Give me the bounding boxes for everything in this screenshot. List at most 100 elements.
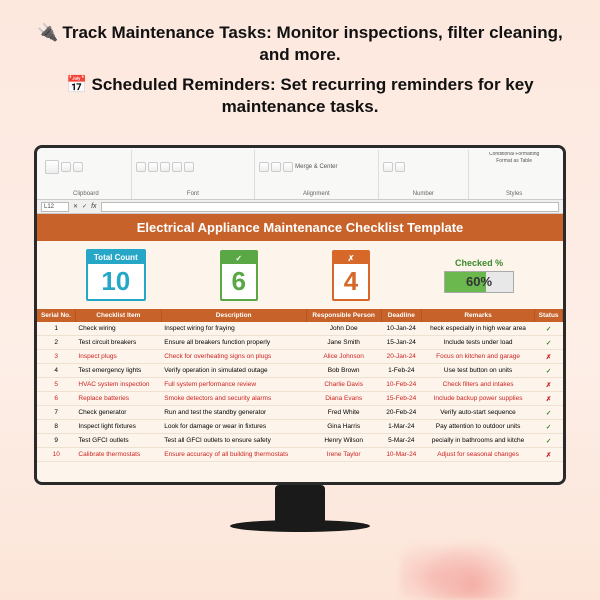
cell-due[interactable]: 5-Mar-24 bbox=[381, 434, 421, 448]
align-center-icon[interactable] bbox=[271, 162, 281, 172]
name-box[interactable]: L12 bbox=[41, 202, 69, 212]
cell-n[interactable]: 6 bbox=[37, 392, 75, 406]
format-table-button[interactable]: Format as Table bbox=[496, 159, 532, 164]
cell-desc[interactable]: Ensure accuracy of all building thermost… bbox=[161, 448, 306, 462]
cell-status[interactable]: ✓ bbox=[535, 336, 563, 350]
conditional-formatting-button[interactable]: Conditional Formatting bbox=[489, 152, 539, 157]
cell-rem[interactable]: Focus on kitchen and garage bbox=[421, 350, 534, 364]
table-row[interactable]: 3Inspect plugsCheck for overheating sign… bbox=[37, 350, 563, 364]
cell-who[interactable]: Fred White bbox=[306, 406, 381, 420]
paste-icon[interactable] bbox=[45, 160, 59, 174]
table-row[interactable]: 10Calibrate thermostatsEnsure accuracy o… bbox=[37, 448, 563, 462]
fill-icon[interactable] bbox=[184, 162, 194, 172]
table-row[interactable]: 4Test emergency lightsVerify operation i… bbox=[37, 364, 563, 378]
cell-n[interactable]: 7 bbox=[37, 406, 75, 420]
cell-n[interactable]: 1 bbox=[37, 322, 75, 336]
cell-n[interactable]: 9 bbox=[37, 434, 75, 448]
cell-n[interactable]: 2 bbox=[37, 336, 75, 350]
cell-due[interactable]: 15-Feb-24 bbox=[381, 392, 421, 406]
align-right-icon[interactable] bbox=[283, 162, 293, 172]
cell-status[interactable]: ✗ bbox=[535, 392, 563, 406]
merge-center-button[interactable]: Merge & Center bbox=[295, 164, 337, 170]
fx-icon[interactable]: fx bbox=[91, 203, 96, 210]
cell-who[interactable]: Charlie Davis bbox=[306, 378, 381, 392]
underline-icon[interactable] bbox=[160, 162, 170, 172]
cell-due[interactable]: 1-Feb-24 bbox=[381, 364, 421, 378]
cell-who[interactable]: Bob Brown bbox=[306, 364, 381, 378]
cell-who[interactable]: Henry Wilson bbox=[306, 434, 381, 448]
cell-rem[interactable]: Check filters and intakes bbox=[421, 378, 534, 392]
cell-n[interactable]: 8 bbox=[37, 420, 75, 434]
cell-status[interactable]: ✓ bbox=[535, 420, 563, 434]
cell-due[interactable]: 15-Jan-24 bbox=[381, 336, 421, 350]
enter-icon[interactable]: ✓ bbox=[82, 203, 87, 210]
cell-who[interactable]: Jane Smith bbox=[306, 336, 381, 350]
cell-item[interactable]: Calibrate thermostats bbox=[75, 448, 161, 462]
cell-item[interactable]: Check generator bbox=[75, 406, 161, 420]
table-row[interactable]: 2Test circuit breakersEnsure all breaker… bbox=[37, 336, 563, 350]
cell-desc[interactable]: Inspect wiring for fraying bbox=[161, 322, 306, 336]
cut-icon[interactable] bbox=[61, 162, 71, 172]
cell-who[interactable]: Gina Harris bbox=[306, 420, 381, 434]
cell-item[interactable]: Test emergency lights bbox=[75, 364, 161, 378]
cell-status[interactable]: ✗ bbox=[535, 350, 563, 364]
italic-icon[interactable] bbox=[148, 162, 158, 172]
cell-rem[interactable]: heck especially in high wear area bbox=[421, 322, 534, 336]
cell-desc[interactable]: Ensure all breakers function properly bbox=[161, 336, 306, 350]
cell-desc[interactable]: Test all GFCI outlets to ensure safety bbox=[161, 434, 306, 448]
cell-rem[interactable]: Include backup power supplies bbox=[421, 392, 534, 406]
cell-item[interactable]: Inspect plugs bbox=[75, 350, 161, 364]
cell-n[interactable]: 4 bbox=[37, 364, 75, 378]
table-row[interactable]: 5HVAC system inspectionFull system perfo… bbox=[37, 378, 563, 392]
table-row[interactable]: 6Replace batteriesSmoke detectors and se… bbox=[37, 392, 563, 406]
cell-rem[interactable]: Verify auto-start sequence bbox=[421, 406, 534, 420]
cell-status[interactable]: ✓ bbox=[535, 322, 563, 336]
cell-rem[interactable]: Include tests under load bbox=[421, 336, 534, 350]
cell-due[interactable]: 10-Jan-24 bbox=[381, 322, 421, 336]
cell-due[interactable]: 10-Mar-24 bbox=[381, 448, 421, 462]
cell-due[interactable]: 20-Jan-24 bbox=[381, 350, 421, 364]
cell-rem[interactable]: pecially in bathrooms and kitche bbox=[421, 434, 534, 448]
cell-desc[interactable]: Full system performance review bbox=[161, 378, 306, 392]
cell-status[interactable]: ✗ bbox=[535, 448, 563, 462]
cell-status[interactable]: ✗ bbox=[535, 378, 563, 392]
cancel-icon[interactable]: ✕ bbox=[73, 203, 78, 210]
cell-rem[interactable]: Pay attention to outdoor units bbox=[421, 420, 534, 434]
table-row[interactable]: 7Check generatorRun and test the standby… bbox=[37, 406, 563, 420]
cell-desc[interactable]: Smoke detectors and security alarms bbox=[161, 392, 306, 406]
cell-who[interactable]: Diana Evans bbox=[306, 392, 381, 406]
cell-status[interactable]: ✓ bbox=[535, 406, 563, 420]
cell-status[interactable]: ✓ bbox=[535, 434, 563, 448]
percent-icon[interactable] bbox=[395, 162, 405, 172]
cell-item[interactable]: HVAC system inspection bbox=[75, 378, 161, 392]
currency-icon[interactable] bbox=[383, 162, 393, 172]
cell-rem[interactable]: Adjust for seasonal changes bbox=[421, 448, 534, 462]
cell-due[interactable]: 20-Feb-24 bbox=[381, 406, 421, 420]
cell-item[interactable]: Inspect light fixtures bbox=[75, 420, 161, 434]
cell-desc[interactable]: Verify operation in simulated outage bbox=[161, 364, 306, 378]
cell-item[interactable]: Check wiring bbox=[75, 322, 161, 336]
cell-desc[interactable]: Look for damage or wear in fixtures bbox=[161, 420, 306, 434]
formula-input[interactable] bbox=[101, 202, 559, 212]
cell-n[interactable]: 5 bbox=[37, 378, 75, 392]
cell-n[interactable]: 10 bbox=[37, 448, 75, 462]
cell-who[interactable]: John Doe bbox=[306, 322, 381, 336]
cell-rem[interactable]: Use test button on units bbox=[421, 364, 534, 378]
cell-who[interactable]: Alice Johnson bbox=[306, 350, 381, 364]
table-row[interactable]: 9Test GFCI outletsTest all GFCI outlets … bbox=[37, 434, 563, 448]
bold-icon[interactable] bbox=[136, 162, 146, 172]
cell-due[interactable]: 1-Mar-24 bbox=[381, 420, 421, 434]
cell-status[interactable]: ✓ bbox=[535, 364, 563, 378]
table-row[interactable]: 8Inspect light fixturesLook for damage o… bbox=[37, 420, 563, 434]
table-row[interactable]: 1Check wiringInspect wiring for frayingJ… bbox=[37, 322, 563, 336]
border-icon[interactable] bbox=[172, 162, 182, 172]
copy-icon[interactable] bbox=[73, 162, 83, 172]
cell-desc[interactable]: Check for overheating signs on plugs bbox=[161, 350, 306, 364]
cell-item[interactable]: Test GFCI outlets bbox=[75, 434, 161, 448]
cell-desc[interactable]: Run and test the standby generator bbox=[161, 406, 306, 420]
cell-item[interactable]: Replace batteries bbox=[75, 392, 161, 406]
cell-who[interactable]: Irene Taylor bbox=[306, 448, 381, 462]
cell-item[interactable]: Test circuit breakers bbox=[75, 336, 161, 350]
align-left-icon[interactable] bbox=[259, 162, 269, 172]
cell-due[interactable]: 10-Feb-24 bbox=[381, 378, 421, 392]
